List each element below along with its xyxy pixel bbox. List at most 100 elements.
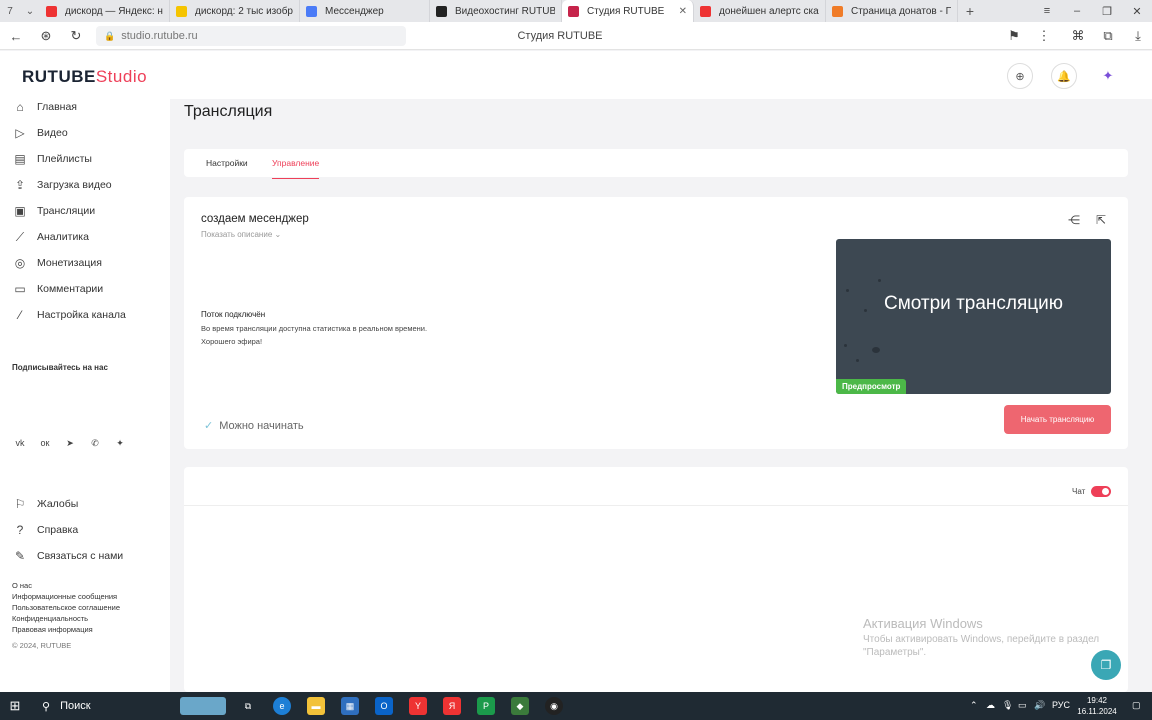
more-social-icon[interactable]: ✦ (112, 435, 128, 451)
stream-title: создаем месенджер (201, 213, 309, 225)
network-icon[interactable]: ▭ (1018, 700, 1027, 711)
close-tab-icon[interactable]: ✕ (673, 6, 687, 17)
home-icon: ⌂ (16, 100, 24, 114)
windows-taskbar: ⊞ ⚲ Поиск ⧉ e ▬ ▦ O Y Я P ◆ ◉ ⌃ ☁ 🎙 ▭ 🔊 Р… (0, 692, 1152, 720)
restore-icon[interactable]: ❐ (1092, 5, 1122, 18)
subscribe-heading: Подписывайтесь на нас (12, 363, 108, 372)
notifications-center-icon[interactable]: ▢ (1132, 700, 1141, 711)
browser-tab[interactable]: донейшен алертс скачат (694, 0, 826, 22)
rutube-studio-favicon-icon (568, 5, 579, 17)
more-icon[interactable]: ⋮ (1036, 28, 1052, 44)
menu-icon[interactable]: ≡ (1032, 5, 1062, 17)
outlook-icon[interactable]: O (375, 697, 393, 715)
stream-preview[interactable]: Смотри трансляцию Предпросмотр (836, 239, 1111, 394)
volume-icon[interactable]: 🔊 (1034, 700, 1045, 711)
studio-app: RUTUBEStudio ⊕ 🔔 ✦ ⌂ Главная ▷ Видео ▤ Плей… (0, 51, 1152, 692)
chevron-down-icon[interactable]: ⌄ (20, 0, 40, 22)
back-icon[interactable]: ← (8, 28, 24, 44)
chat-toggle[interactable] (1091, 486, 1111, 497)
footer-link-privacy[interactable]: Конфиденциальность (12, 614, 88, 623)
yandex-icon[interactable]: Я (443, 697, 461, 715)
sidebar-item-home[interactable]: ⌂ Главная (12, 99, 77, 115)
download-icon[interactable]: ⤓ (1130, 28, 1146, 44)
coin-icon: ◎ (14, 256, 26, 270)
footer-link-about[interactable]: О нас (12, 581, 32, 590)
sidebar-item-help[interactable]: ? Справка (12, 522, 79, 538)
browser-tab[interactable]: дискорд: 2 тыс изображ (170, 0, 300, 22)
store-icon[interactable]: ▦ (341, 697, 359, 715)
tab-settings[interactable]: Настройки (206, 158, 248, 168)
obs-icon[interactable]: ◉ (545, 697, 563, 715)
edge-icon[interactable]: e (273, 697, 291, 715)
pencil-icon: ✎ (14, 549, 26, 563)
tray-chevron-icon[interactable]: ⌃ (970, 700, 978, 711)
language-indicator[interactable]: РУС (1052, 700, 1070, 710)
file-explorer-icon[interactable]: ▬ (307, 697, 325, 715)
sidebar-item-broadcasts[interactable]: ▣ Трансляции (12, 203, 95, 219)
footer-link-info[interactable]: Информационные сообщения (12, 592, 117, 601)
sidebar-item-videos[interactable]: ▷ Видео (12, 125, 67, 141)
close-window-icon[interactable]: ✕ (1122, 5, 1152, 18)
new-tab-icon[interactable]: + (958, 0, 982, 22)
extension-icon[interactable]: ⌘ (1070, 28, 1086, 44)
browser-tab[interactable]: Мессенджер (300, 0, 430, 22)
tab-count-icon[interactable]: 7 (0, 0, 20, 22)
upload-icon: ⇪ (14, 178, 26, 192)
playlist-icon: ▤ (14, 152, 26, 166)
sidebar-item-analytics[interactable]: ⟋ Аналитика (12, 229, 89, 245)
pycharm-icon[interactable]: P (477, 697, 495, 715)
windows-activation-title: Активация Windows (863, 616, 983, 631)
play-circle-icon: ▷ (15, 126, 25, 140)
telegram-icon[interactable]: ➤ (62, 435, 78, 451)
sidebar-item-complaints[interactable]: ⚐ Жалобы (12, 496, 79, 512)
tabs-bar: Настройки Управление (184, 149, 1128, 179)
collections-icon[interactable]: ⧉ (1100, 28, 1116, 44)
windows-start-icon[interactable]: ⊞ (6, 697, 24, 715)
sidebar-item-playlists[interactable]: ▤ Плейлисты (12, 151, 92, 167)
sidebar-item-monetization[interactable]: ◎ Монетизация (12, 255, 102, 271)
support-chat-button[interactable]: ❐ (1091, 650, 1121, 680)
rutube-studio-logo[interactable]: RUTUBEStudio (22, 67, 147, 87)
copyright: © 2024, RUTUBE (12, 641, 72, 650)
external-link-icon[interactable]: ⇱ (1096, 213, 1106, 227)
lock-icon: 🔒 (104, 30, 116, 41)
preview-caption: Смотри трансляцию (883, 293, 1064, 314)
avatar[interactable]: ✦ (1095, 63, 1121, 89)
sidebar-item-upload[interactable]: ⇪ Загрузка видео (12, 177, 112, 193)
minimize-icon[interactable]: – (1062, 5, 1092, 17)
browser-tab[interactable]: дискорд — Яндекс: наш (40, 0, 170, 22)
show-description-toggle[interactable]: Показать описание ⌄ (201, 230, 281, 239)
browser-tab-active[interactable]: Студия RUTUBE ✕ (562, 0, 694, 22)
weather-widget-icon[interactable] (180, 697, 226, 715)
comment-icon: ▭ (14, 282, 26, 296)
footer-link-legal[interactable]: Правовая информация (12, 625, 93, 634)
reload-icon[interactable]: ↻ (68, 28, 84, 44)
yandex-browser-icon[interactable]: Y (409, 697, 427, 715)
start-stream-button[interactable]: Начать трансляцию (1004, 405, 1111, 434)
clock[interactable]: 19:42 16.11.2024 (1072, 695, 1122, 717)
share-icon[interactable]: ⋲ (1068, 213, 1080, 227)
browser-tab[interactable]: Видеохостинг RUTUBE. (430, 0, 562, 22)
chat-label: Чат (1072, 487, 1086, 496)
vk-icon[interactable]: vk (12, 435, 28, 451)
yandex-favicon-icon (700, 5, 711, 17)
url-field[interactable]: 🔒 studio.rutube.ru (96, 26, 406, 46)
notifications-icon[interactable]: 🔔 (1051, 63, 1077, 89)
add-icon[interactable]: ⊕ (1007, 63, 1033, 89)
bookmark-icon[interactable]: ⚑ (1006, 28, 1022, 44)
tab-management[interactable]: Управление (272, 158, 320, 179)
sidebar-item-channel-settings[interactable]: ⁄ Настройка канала (12, 307, 126, 323)
app-icon[interactable]: ◆ (511, 697, 529, 715)
page-title: Трансляция (184, 103, 273, 120)
sidebar-item-comments[interactable]: ▭ Комментарии (12, 281, 103, 297)
protect-icon[interactable]: ⊛ (38, 28, 54, 44)
footer-link-agreement[interactable]: Пользовательское соглашение (12, 603, 120, 612)
broadcast-icon: ▣ (14, 204, 26, 218)
microphone-icon[interactable]: 🎙 (1002, 700, 1013, 711)
odnoklassniki-icon[interactable]: ок (37, 435, 53, 451)
onedrive-icon[interactable]: ☁ (986, 700, 995, 711)
task-view-icon[interactable]: ⧉ (239, 697, 257, 715)
viber-icon[interactable]: ✆ (87, 435, 103, 451)
browser-tab[interactable]: Страница донатов - Пан (826, 0, 958, 22)
sidebar-item-contact[interactable]: ✎ Связаться с нами (12, 548, 123, 564)
